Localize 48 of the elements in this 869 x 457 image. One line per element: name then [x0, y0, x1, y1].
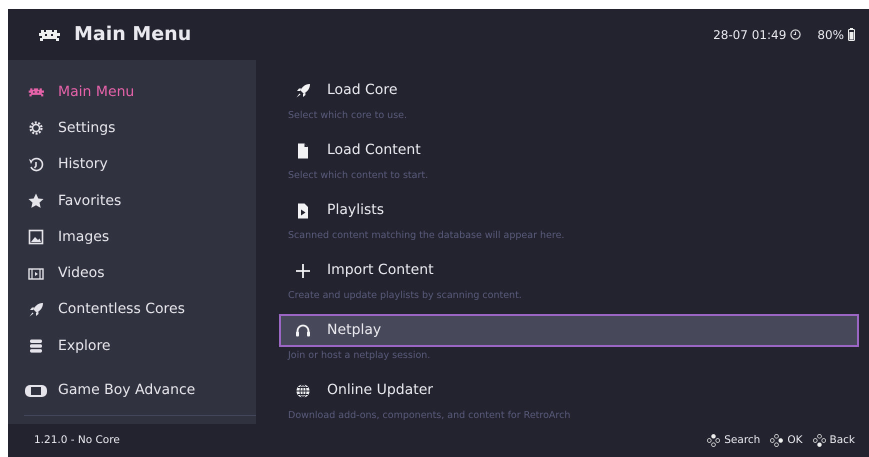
- film-icon: [28, 266, 44, 282]
- menu-item[interactable]: Online Updater: [279, 374, 859, 407]
- database-icon: [28, 338, 44, 354]
- hint-label: Back: [830, 432, 855, 448]
- plus-icon: [295, 262, 311, 278]
- history-icon: [28, 156, 44, 173]
- sidebar-item[interactable]: Game Boy Advance: [28, 372, 256, 409]
- headset-icon: [295, 322, 311, 338]
- menu-item[interactable]: Netplay: [279, 314, 859, 347]
- sidebar-item[interactable]: Favorites: [28, 182, 256, 220]
- sidebar-item[interactable]: Main Menu: [28, 74, 256, 110]
- menu-item[interactable]: Load Content: [279, 134, 859, 167]
- sidebar-item[interactable]: Settings: [28, 110, 256, 147]
- menu-description: Select which content to start.: [288, 170, 428, 181]
- gamepad-buttons-icon: [707, 434, 720, 447]
- window-title: Main Menu: [74, 22, 192, 48]
- sidebar-item[interactable]: Explore: [28, 328, 256, 364]
- sidebar-item[interactable]: History: [28, 146, 256, 183]
- sidebar-item[interactable]: Videos: [28, 255, 256, 292]
- menu-description: Select which core to use.: [288, 110, 408, 121]
- globe-icon: [295, 382, 311, 398]
- battery-text: 80%: [817, 26, 844, 44]
- sidebar-item[interactable]: Contentless Cores: [28, 292, 256, 328]
- handheld-icon: [24, 382, 48, 399]
- menu-description: Join or host a netplay session.: [288, 350, 430, 361]
- hint-label: OK: [787, 432, 802, 448]
- star-icon: [28, 193, 44, 210]
- gamepad-buttons-icon: [770, 434, 784, 447]
- image-icon: [28, 229, 44, 246]
- file-icon: [295, 142, 311, 158]
- clock-text: 28-07 01:49: [713, 26, 786, 44]
- gamepad-buttons-icon: [812, 434, 826, 447]
- menu-item[interactable]: Import Content: [279, 254, 859, 287]
- rocket-icon: [295, 82, 311, 98]
- hint-label: Search: [724, 432, 760, 448]
- menu-description: Create and update playlists by scanning content.: [288, 290, 522, 301]
- version-text: 1.21.0 - No Core: [34, 432, 120, 448]
- play-file-icon: [295, 202, 311, 218]
- sidebar-item[interactable]: Images: [28, 219, 256, 256]
- menu-description: Download add-ons, components, and content for RetroArch: [288, 410, 570, 421]
- menu-item[interactable]: Load Core: [279, 74, 859, 107]
- gear-icon: [28, 120, 44, 136]
- rocket-icon: [28, 302, 44, 318]
- clock-icon: [790, 29, 802, 40]
- invader-icon: [38, 28, 60, 42]
- menu-item[interactable]: Playlists: [279, 194, 859, 227]
- battery-icon: [848, 28, 855, 41]
- menu-description: Scanned content matching the database will appear here.: [288, 230, 564, 241]
